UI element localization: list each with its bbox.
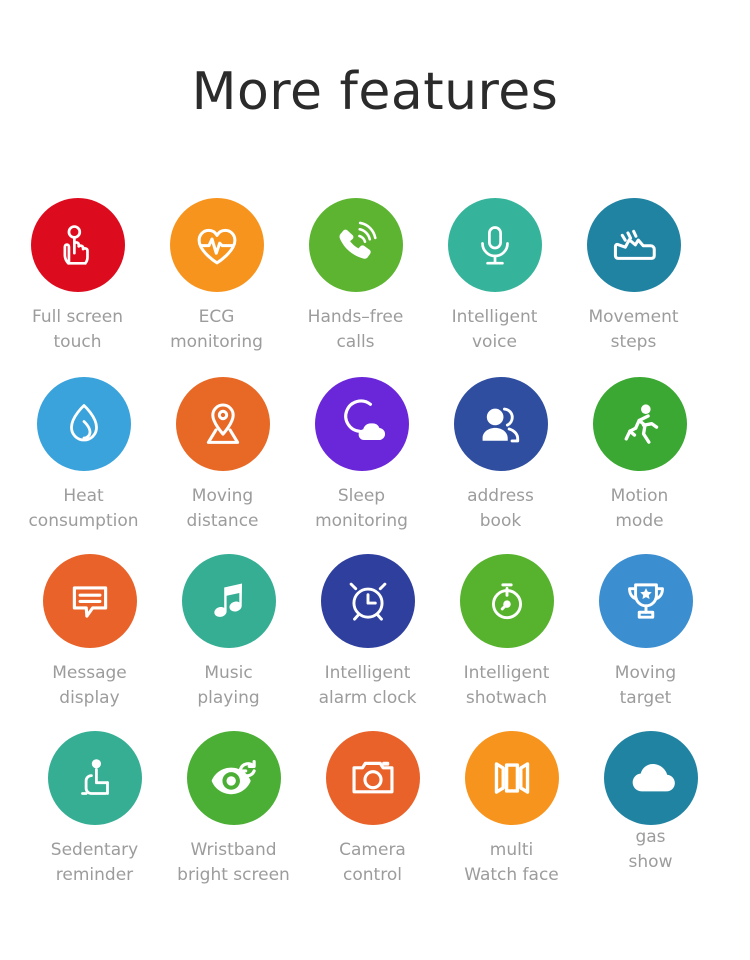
- feature-label: Sleep monitoring: [315, 486, 408, 531]
- feature-label: Intelligent alarm clock: [318, 663, 417, 708]
- contacts-people-icon[interactable]: [453, 377, 548, 471]
- feature-item[interactable]: Heat consumption: [14, 377, 153, 534]
- feature-label: ECG monitoring: [170, 307, 263, 352]
- feature-label: address book: [467, 486, 534, 531]
- feature-item[interactable]: Sleep monitoring: [292, 377, 431, 534]
- microphone-icon[interactable]: [447, 198, 542, 292]
- message-bubble-icon[interactable]: [42, 554, 137, 648]
- feature-label: multi Watch face: [464, 840, 559, 885]
- seated-person-icon[interactable]: [47, 731, 142, 825]
- running-person-icon[interactable]: [592, 377, 687, 471]
- feature-label: Hands–free calls: [307, 307, 404, 352]
- feature-label: Camera control: [339, 840, 406, 885]
- feature-label: Heat consumption: [28, 486, 139, 531]
- stopwatch-icon[interactable]: [459, 554, 554, 648]
- feature-page: More features Full screen touch ECG monit…: [0, 0, 750, 960]
- feature-item[interactable]: address book: [431, 377, 570, 534]
- feature-item[interactable]: Sedentary reminder: [25, 731, 164, 888]
- feature-label: Movement steps: [588, 307, 679, 352]
- feature-item[interactable]: Moving distance: [153, 377, 292, 534]
- feature-row: Heat consumption Moving distance Sleep mon…: [0, 377, 750, 554]
- feature-label: Sedentary reminder: [50, 840, 139, 885]
- trophy-icon[interactable]: [598, 554, 693, 648]
- page-title: More features: [191, 62, 559, 122]
- feature-label: Intelligent shotwach: [463, 663, 550, 708]
- flame-icon[interactable]: [36, 377, 131, 471]
- feature-item[interactable]: Motion mode: [570, 377, 709, 534]
- feature-item[interactable]: multi Watch face: [442, 731, 581, 888]
- feature-row: Full screen touch ECG monitoring Hands–fre…: [0, 198, 750, 377]
- feature-label: Moving distance: [186, 486, 259, 531]
- feature-grid: Full screen touch ECG monitoring Hands–fre…: [0, 198, 750, 888]
- eye-refresh-icon[interactable]: [186, 731, 281, 825]
- music-note-icon[interactable]: [181, 554, 276, 648]
- feature-label: gas show: [628, 827, 673, 872]
- heart-pulse-icon[interactable]: [169, 198, 264, 292]
- feature-label: Message display: [52, 663, 127, 708]
- feature-label: Full screen touch: [32, 307, 123, 352]
- feature-label: Intelligent voice: [451, 307, 538, 352]
- moon-cloud-icon[interactable]: [314, 377, 409, 471]
- feature-label: Motion mode: [610, 486, 669, 531]
- carousel-panels-icon[interactable]: [464, 731, 559, 825]
- touch-hand-icon[interactable]: [30, 198, 125, 292]
- feature-item[interactable]: ECG monitoring: [147, 198, 286, 355]
- feature-label: Music playing: [197, 663, 260, 708]
- feature-label: Moving target: [614, 663, 677, 708]
- feature-label: Wristband bright screen: [177, 840, 290, 885]
- feature-item[interactable]: Music playing: [159, 554, 298, 711]
- camera-icon[interactable]: [325, 731, 420, 825]
- feature-item[interactable]: Intelligent shotwach: [437, 554, 576, 711]
- feature-item[interactable]: Wristband bright screen: [164, 731, 303, 888]
- feature-item[interactable]: Intelligent voice: [425, 198, 564, 355]
- cloud-icon[interactable]: [603, 731, 698, 825]
- feature-row: Sedentary reminder Wristband bright scree…: [0, 731, 750, 888]
- feature-item[interactable]: gas show: [581, 731, 720, 888]
- feature-item[interactable]: Camera control: [303, 731, 442, 888]
- sneaker-icon[interactable]: [586, 198, 681, 292]
- feature-item[interactable]: Message display: [20, 554, 159, 711]
- alarm-clock-icon[interactable]: [320, 554, 415, 648]
- feature-item[interactable]: Intelligent alarm clock: [298, 554, 437, 711]
- feature-item[interactable]: Full screen touch: [8, 198, 147, 355]
- feature-item[interactable]: Moving target: [576, 554, 715, 711]
- feature-row: Message display Music playing Intelligent …: [0, 554, 750, 731]
- map-pin-icon[interactable]: [175, 377, 270, 471]
- feature-item[interactable]: Hands–free calls: [286, 198, 425, 355]
- phone-signal-icon[interactable]: [308, 198, 403, 292]
- feature-item[interactable]: Movement steps: [564, 198, 703, 355]
